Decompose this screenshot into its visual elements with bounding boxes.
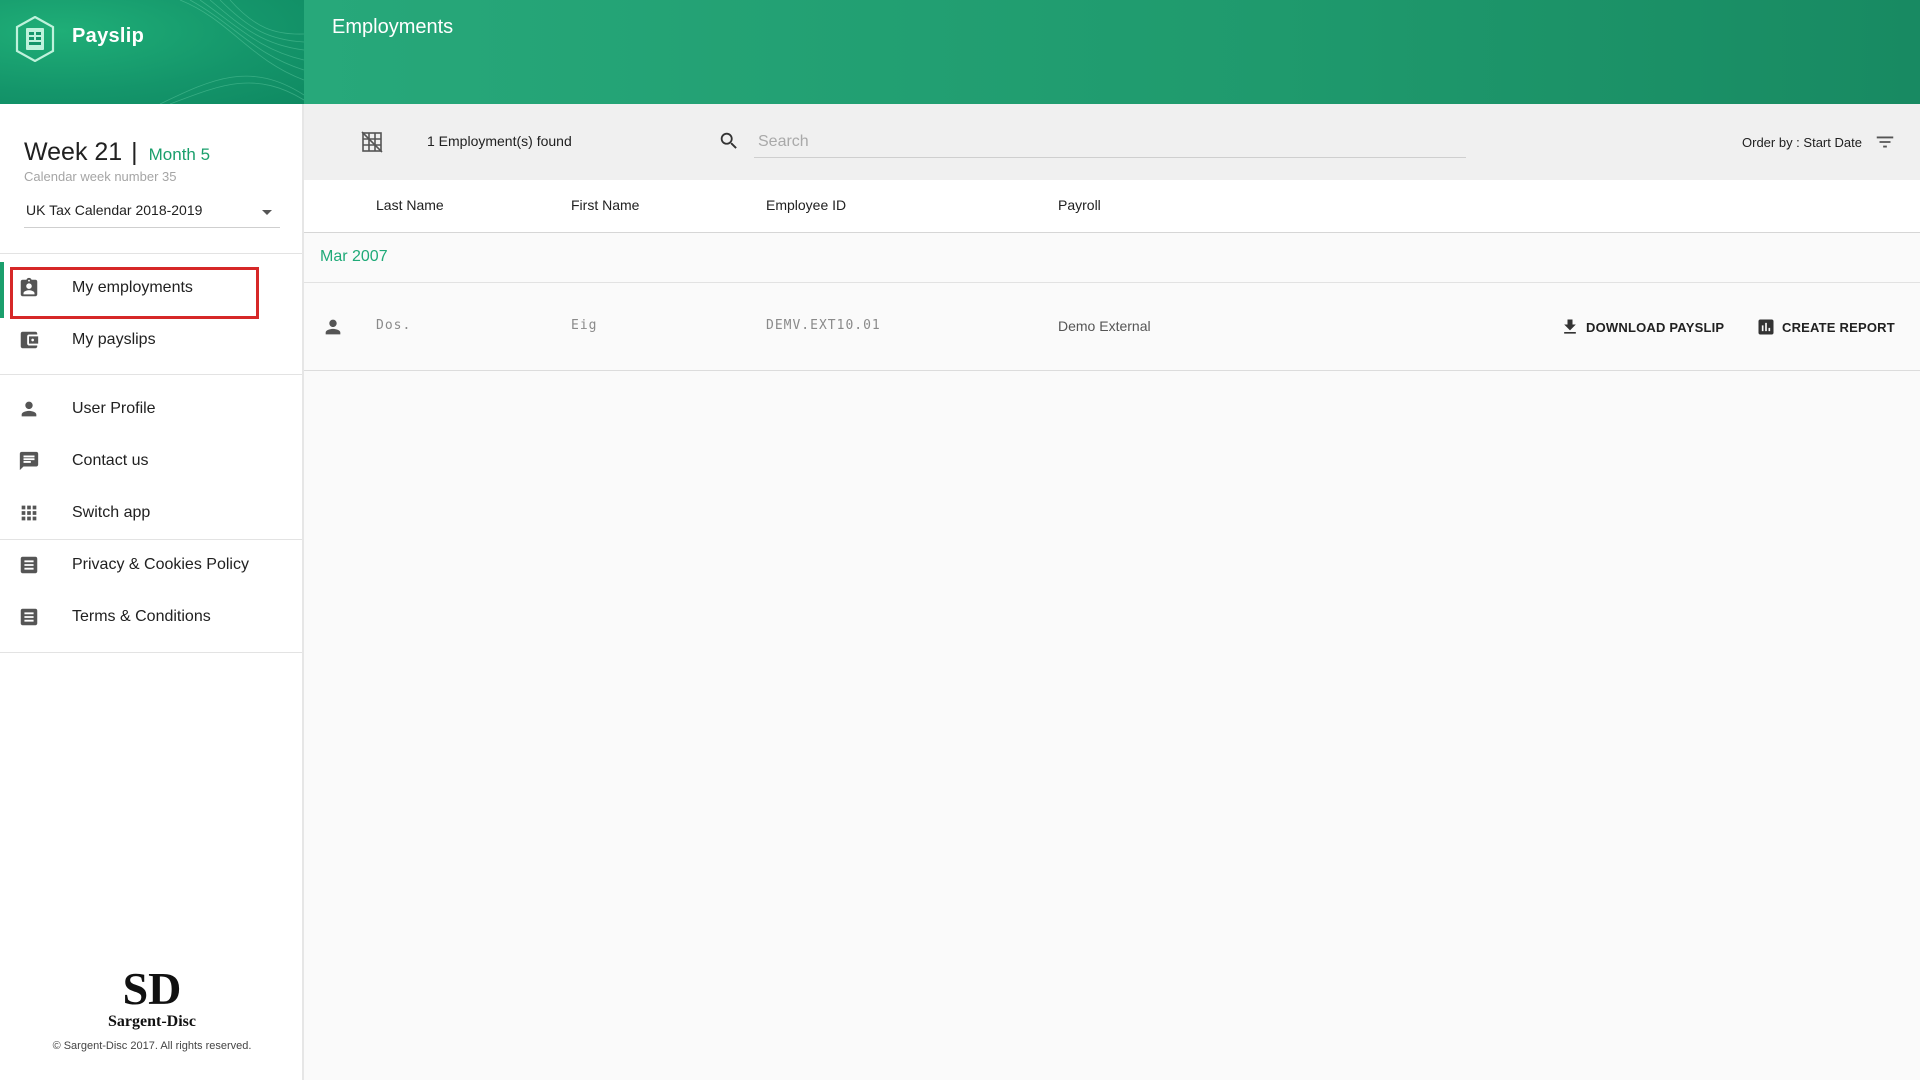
sidebar-item-label: Privacy & Cookies Policy xyxy=(72,556,249,573)
result-count: 1 Employment(s) found xyxy=(427,133,572,149)
cell-payroll: Demo External xyxy=(1058,318,1151,334)
chat-icon xyxy=(19,451,39,471)
sidebar-item-my-payslips[interactable]: My payslips xyxy=(0,315,302,365)
sidebar-item-label: Contact us xyxy=(72,452,149,469)
search-input[interactable] xyxy=(754,126,1466,158)
sidebar-item-label: Switch app xyxy=(72,504,151,521)
create-report-label: CREATE REPORT xyxy=(1782,319,1895,335)
week-month-separator: | xyxy=(131,138,138,166)
column-header-employee-id[interactable]: Employee ID xyxy=(766,197,846,213)
group-label: Mar 2007 xyxy=(320,248,388,265)
cell-employee-id: DEMV.EXT10.01 xyxy=(766,318,881,333)
sidebar-item-user-profile[interactable]: User Profile xyxy=(0,384,302,434)
payslip-logo-icon xyxy=(15,16,55,62)
divider xyxy=(0,652,302,653)
sidebar-item-label: User Profile xyxy=(72,400,156,417)
grid-off-icon[interactable] xyxy=(360,130,384,154)
app-name: Payslip xyxy=(72,25,145,47)
sidebar-item-terms[interactable]: Terms & Conditions xyxy=(0,592,302,642)
table-group-header: Mar 2007 xyxy=(304,233,1920,283)
table-header: Last Name First Name Employee ID Payroll xyxy=(304,180,1920,233)
sidebar-item-label: Terms & Conditions xyxy=(72,608,211,625)
table-row[interactable]: Dos. Eig DEMV.EXT10.01 Demo External DOW… xyxy=(304,283,1920,371)
bar-chart-icon xyxy=(1758,319,1774,335)
calendar-info: Week 21 | Month 5 Calendar week number 3… xyxy=(24,138,280,184)
person-icon xyxy=(325,319,341,335)
logo-company-name: Sargent-Disc xyxy=(108,1013,196,1030)
apps-grid-icon xyxy=(21,505,37,521)
highlight-annotation xyxy=(10,267,259,319)
sidebar: Payslip Week 21 | Month 5 Calendar week … xyxy=(0,0,304,1080)
download-payslip-label: DOWNLOAD PAYSLIP xyxy=(1586,319,1725,335)
sidebar-item-switch-app[interactable]: Switch app xyxy=(0,488,302,538)
column-header-last-name[interactable]: Last Name xyxy=(376,197,444,213)
divider xyxy=(0,253,302,254)
wallet-icon xyxy=(20,331,39,349)
search-icon xyxy=(720,132,737,149)
list-toolbar: 1 Employment(s) found Order by : Start D… xyxy=(304,104,1920,180)
sidebar-item-label: My payslips xyxy=(72,331,156,348)
week-line: Week 21 | Month 5 xyxy=(24,138,280,167)
download-payslip-button[interactable]: DOWNLOAD PAYSLIP xyxy=(1560,310,1724,344)
column-header-payroll[interactable]: Payroll xyxy=(1058,197,1101,213)
filter-list-icon[interactable] xyxy=(1874,131,1896,153)
create-report-button[interactable]: CREATE REPORT xyxy=(1756,310,1895,344)
document-icon xyxy=(20,608,38,626)
sidebar-item-contact-us[interactable]: Contact us xyxy=(0,436,302,486)
divider xyxy=(0,374,302,375)
page-title: Employments xyxy=(332,16,454,38)
order-by-label[interactable]: Order by : Start Date xyxy=(1742,135,1862,150)
sargent-disc-logo: SD Sargent-Disc xyxy=(108,963,196,1030)
document-icon xyxy=(20,556,38,574)
cell-last-name: Dos. xyxy=(376,318,412,333)
sidebar-item-privacy-policy[interactable]: Privacy & Cookies Policy xyxy=(0,540,302,590)
download-icon xyxy=(1564,319,1576,334)
top-app-bar: Employments xyxy=(304,0,1920,104)
tax-calendar-value: UK Tax Calendar 2018-2019 xyxy=(26,202,203,218)
brand-header: Payslip xyxy=(0,0,304,104)
chevron-down-icon xyxy=(262,210,272,215)
copyright: © Sargent-Disc 2017. All rights reserved… xyxy=(52,1040,252,1052)
month-label: Month 5 xyxy=(148,145,211,164)
cell-first-name: Eig xyxy=(571,318,598,333)
tax-calendar-select[interactable]: UK Tax Calendar 2018-2019 xyxy=(24,202,280,228)
logo-letters: SD xyxy=(123,963,182,1014)
person-icon xyxy=(21,401,37,417)
week-label: Week 21 xyxy=(24,138,123,166)
column-header-first-name[interactable]: First Name xyxy=(571,197,639,213)
calendar-week-number: Calendar week number 35 xyxy=(24,169,177,184)
